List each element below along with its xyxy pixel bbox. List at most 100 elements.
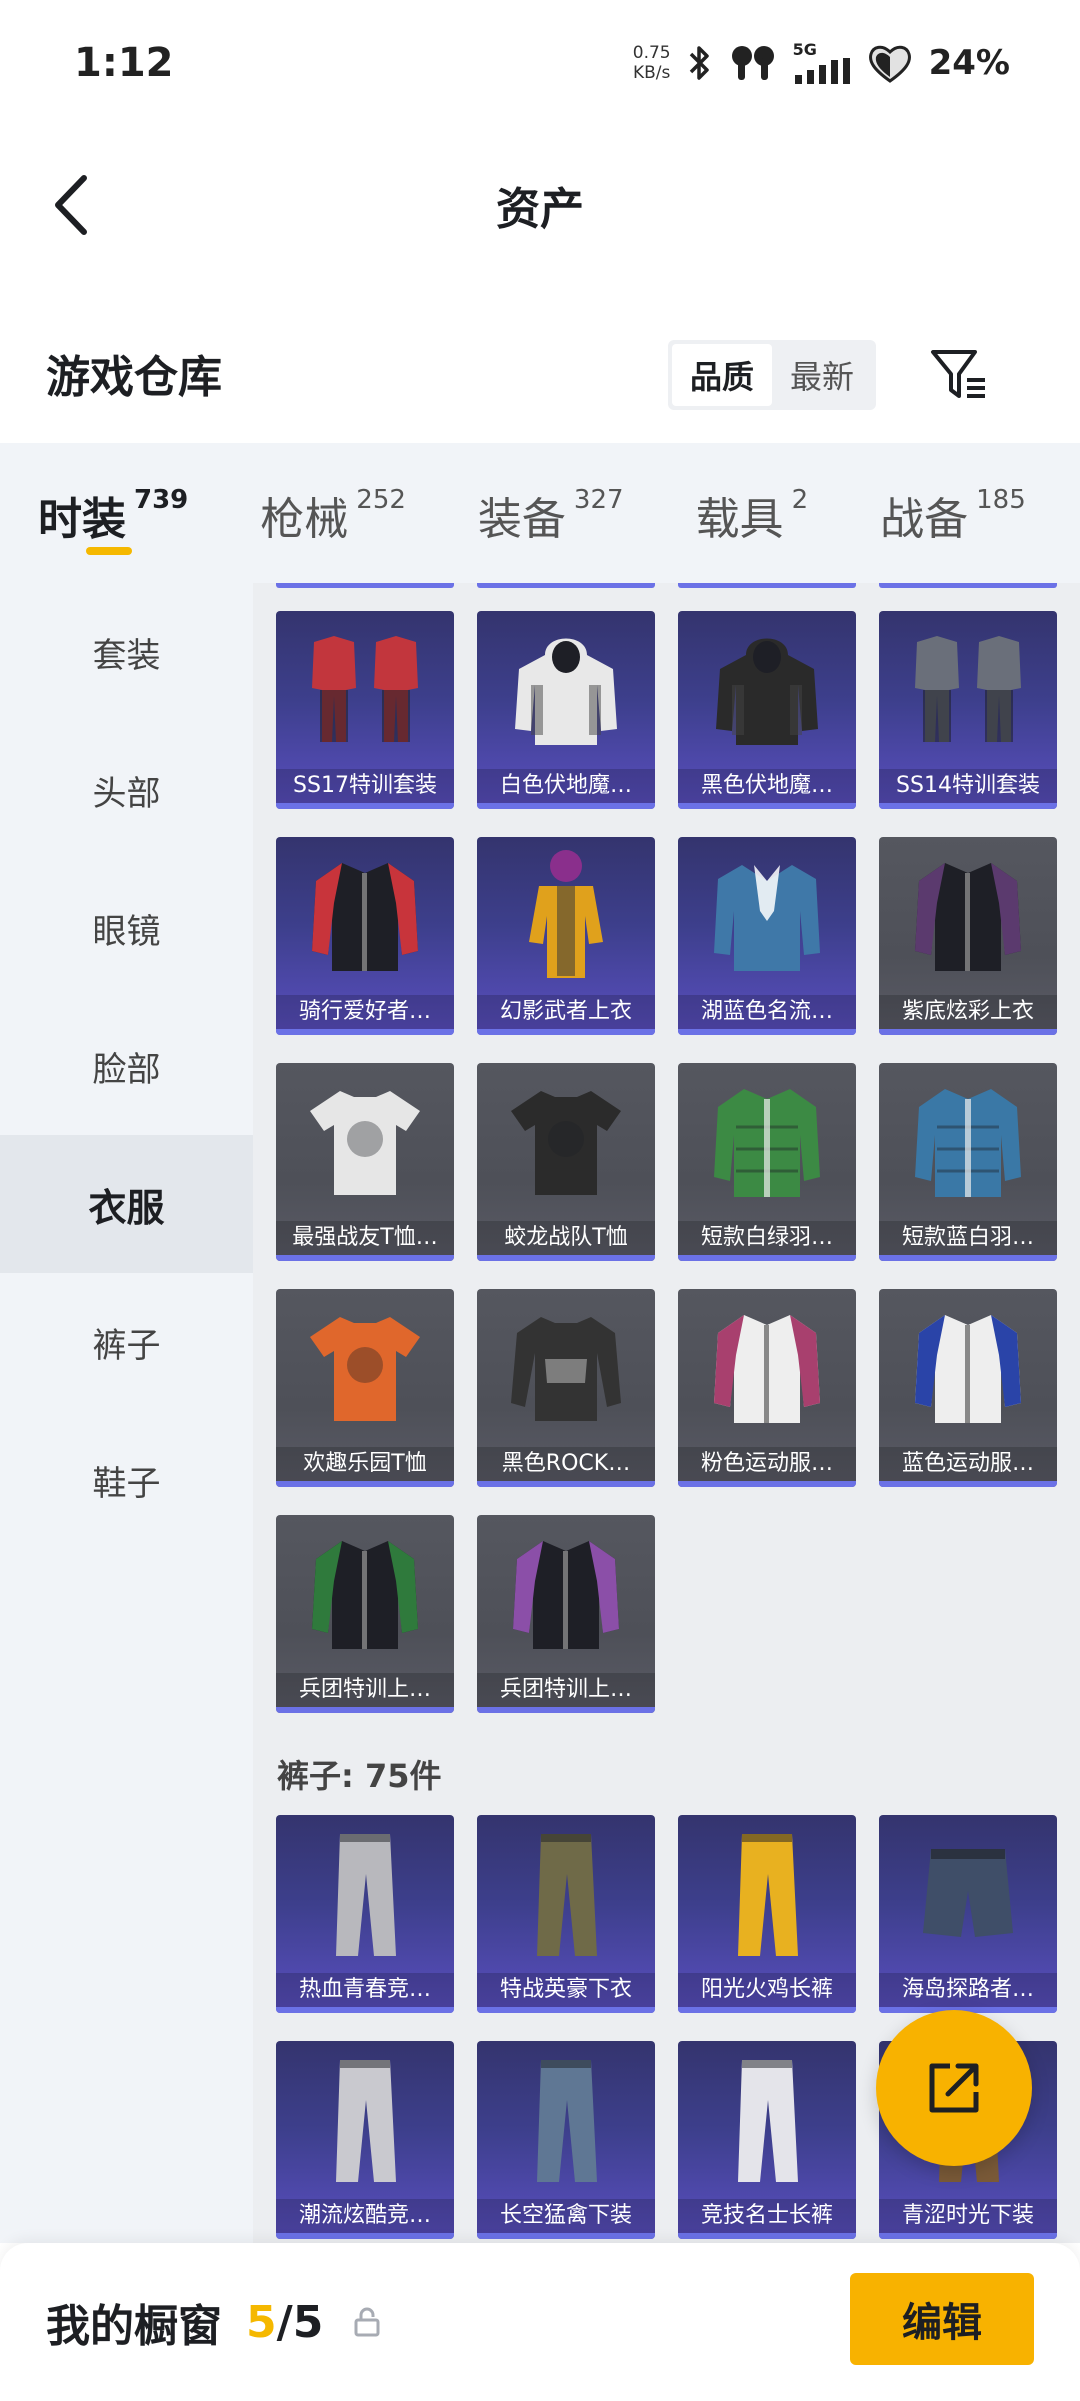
item-card[interactable]: SS14特训套装 xyxy=(879,611,1057,809)
item-card[interactable]: 潮流炫酷竞… xyxy=(276,2041,454,2239)
item-card[interactable]: 幻影武者上衣 xyxy=(477,837,655,1035)
battery-percent: 24% xyxy=(928,42,1010,83)
item-card[interactable]: 最强战友T恤… xyxy=(276,1063,454,1261)
item-card[interactable]: 海岛探路者… xyxy=(879,1815,1057,2013)
item-name: 白色伏地魔… xyxy=(477,769,655,803)
card-edge xyxy=(879,583,1057,588)
item-name: 竞技名士长裤 xyxy=(678,2199,856,2233)
hoodie-icon xyxy=(477,611,655,769)
item-card[interactable]: 骑行爱好者… xyxy=(276,837,454,1035)
warehouse-row: 游戏仓库 品质 最新 xyxy=(0,318,1080,428)
rarity-bar xyxy=(879,2233,1057,2239)
clothes-grid: SS17特训套装 白色伏地魔… 黑色伏地魔… SS14特训套装骑行爱好者… 幻影武者上衣… xyxy=(276,611,1057,1713)
tab-count: 739 xyxy=(134,485,189,515)
item-name: 热血青春竞… xyxy=(276,1973,454,2007)
item-card[interactable]: 黑色伏地魔… xyxy=(678,611,856,809)
tab-count: 327 xyxy=(573,485,624,515)
rarity-bar xyxy=(678,2233,856,2239)
item-name: 短款蓝白羽… xyxy=(879,1221,1057,1255)
tab-fashion[interactable]: 时装 739 xyxy=(38,443,188,583)
status-time: 1:12 xyxy=(74,39,174,86)
net-speed: 0.75 KB/s xyxy=(633,43,671,83)
item-name: 黑色ROCK… xyxy=(477,1447,655,1481)
sidebar-item-outfit[interactable]: 套装 xyxy=(0,583,253,721)
rarity-bar xyxy=(477,1481,655,1487)
item-name: 粉色运动服… xyxy=(678,1447,856,1481)
subcategory-sidebar: 套装 头部 眼镜 脸部 衣服 裤子 鞋子 xyxy=(0,583,253,2243)
warehouse-title: 游戏仓库 xyxy=(46,352,222,403)
item-card[interactable]: 兵团特训上… xyxy=(276,1515,454,1713)
item-card[interactable]: 热血青春竞… xyxy=(276,1815,454,2013)
page-title: 资产 xyxy=(496,184,584,235)
previous-row-edge xyxy=(276,583,1057,588)
item-card[interactable]: SS17特训套装 xyxy=(276,611,454,809)
pants-icon xyxy=(477,2041,655,2199)
suit-pair-icon xyxy=(879,611,1057,769)
item-card[interactable]: 粉色运动服… xyxy=(678,1289,856,1487)
item-name: 湖蓝色名流… xyxy=(678,995,856,1029)
rarity-bar xyxy=(276,1029,454,1035)
item-content[interactable]: SS17特训套装 白色伏地魔… 黑色伏地魔… SS14特训套装骑行爱好者… 幻影武者上衣… xyxy=(253,583,1080,2243)
share-external-icon xyxy=(929,2063,979,2113)
showcase-current: 5 xyxy=(246,2296,277,2348)
item-card[interactable]: 短款白绿羽… xyxy=(678,1063,856,1261)
rarity-bar xyxy=(276,803,454,809)
rarity-bar xyxy=(276,1481,454,1487)
card-edge xyxy=(276,583,454,588)
lock-icon xyxy=(353,2307,381,2337)
share-fab-button[interactable] xyxy=(876,2010,1032,2166)
net-speed-unit: KB/s xyxy=(632,62,671,83)
item-name: SS14特训套装 xyxy=(879,769,1057,803)
item-card[interactable]: 兵团特训上… xyxy=(477,1515,655,1713)
sort-option-quality[interactable]: 品质 xyxy=(672,344,772,406)
item-card[interactable]: 蛟龙战队T恤 xyxy=(477,1063,655,1261)
item-card[interactable]: 紫底炫彩上衣 xyxy=(879,837,1057,1035)
item-card[interactable]: 阳光火鸡长裤 xyxy=(678,1815,856,2013)
bluetooth-icon xyxy=(687,44,713,82)
item-card[interactable]: 竞技名士长裤 xyxy=(678,2041,856,2239)
item-card[interactable]: 欢趣乐园T恤 xyxy=(276,1289,454,1487)
jacket-icon xyxy=(477,1515,655,1673)
sidebar-item-face[interactable]: 脸部 xyxy=(0,997,253,1135)
rarity-bar xyxy=(879,1481,1057,1487)
tab-vehicles[interactable]: 载具 2 xyxy=(696,443,809,583)
pants-icon xyxy=(477,1815,655,1973)
item-card[interactable]: 短款蓝白羽… xyxy=(879,1063,1057,1261)
puffer-icon xyxy=(678,1063,856,1221)
sidebar-item-head[interactable]: 头部 xyxy=(0,721,253,859)
jacket-icon xyxy=(879,837,1057,995)
item-card[interactable]: 黑色ROCK… xyxy=(477,1289,655,1487)
tab-equipment[interactable]: 装备 327 xyxy=(478,443,624,583)
rarity-bar xyxy=(879,1255,1057,1261)
item-card[interactable]: 湖蓝色名流… xyxy=(678,837,856,1035)
hoodie-icon xyxy=(678,611,856,769)
item-card[interactable]: 特战英豪下衣 xyxy=(477,1815,655,2013)
item-name: SS17特训套装 xyxy=(276,769,454,803)
tab-label: 载具 xyxy=(695,494,784,545)
edit-button[interactable]: 编辑 xyxy=(850,2273,1034,2365)
rarity-bar xyxy=(477,2233,655,2239)
tab-label: 时装 xyxy=(38,494,126,545)
category-tabs: 时装 739 枪械 252 装备 327 载具 2 战备 185 xyxy=(0,443,1080,583)
sidebar-item-clothes[interactable]: 衣服 xyxy=(0,1135,253,1273)
sidebar-item-shoes[interactable]: 鞋子 xyxy=(0,1411,253,1549)
status-icons: 0.75 KB/s 5G 24% xyxy=(633,41,1010,84)
sidebar-item-pants[interactable]: 裤子 xyxy=(0,1273,253,1411)
item-name: 特战英豪下衣 xyxy=(477,1973,655,2007)
rarity-bar xyxy=(879,803,1057,809)
sidebar-item-glasses[interactable]: 眼镜 xyxy=(0,859,253,997)
rarity-bar xyxy=(477,1255,655,1261)
item-card[interactable]: 白色伏地魔… xyxy=(477,611,655,809)
sort-option-newest[interactable]: 最新 xyxy=(772,344,872,406)
filter-button[interactable] xyxy=(926,342,992,408)
item-name: 最强战友T恤… xyxy=(276,1221,454,1255)
tab-supplies[interactable]: 战备 185 xyxy=(880,443,1026,583)
tab-label: 战备 xyxy=(880,494,969,545)
item-card[interactable]: 长空猛禽下装 xyxy=(477,2041,655,2239)
rarity-bar xyxy=(678,803,856,809)
item-card[interactable]: 蓝色运动服… xyxy=(879,1289,1057,1487)
tab-count: 252 xyxy=(356,485,406,515)
rarity-bar xyxy=(678,1481,856,1487)
tab-weapons[interactable]: 枪械 252 xyxy=(260,443,406,583)
rarity-bar xyxy=(678,2007,856,2013)
